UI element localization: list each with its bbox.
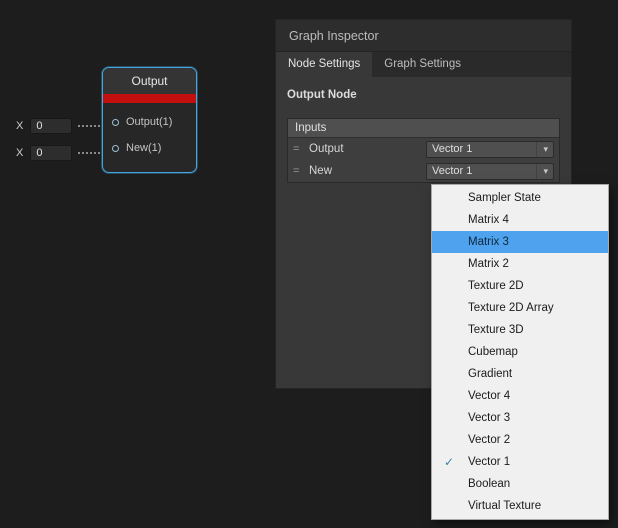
dropdown-item-label: Sampler State bbox=[468, 192, 541, 204]
node-status-bar bbox=[103, 94, 196, 103]
panel-title: Graph Inspector bbox=[276, 20, 571, 52]
chevron-down-icon: ▾ bbox=[536, 142, 548, 157]
dropdown-item[interactable]: ✓Vector 4 bbox=[432, 385, 608, 407]
dropdown-value: Vector 1 bbox=[432, 165, 472, 177]
dropdown-item[interactable]: ✓Cubemap bbox=[432, 341, 608, 363]
dropdown-item[interactable]: ✓Matrix 4 bbox=[432, 209, 608, 231]
x-value-field[interactable]: 0 bbox=[30, 145, 72, 161]
input-row-new: = New Vector 1 ▾ bbox=[288, 160, 559, 182]
drag-handle-icon[interactable]: = bbox=[293, 143, 309, 155]
x-value-field[interactable]: 0 bbox=[30, 118, 72, 134]
x-field-label: X bbox=[16, 147, 23, 159]
dropdown-item[interactable]: ✓ Vector 1 bbox=[432, 451, 608, 473]
inputs-list: Inputs = Output Vector 1 ▾ = New Vector … bbox=[287, 118, 560, 183]
port-input-row: X 0 bbox=[16, 117, 72, 135]
inputs-list-header: Inputs bbox=[288, 119, 559, 138]
port-input-row: X 0 bbox=[16, 144, 72, 162]
x-field-label: X bbox=[16, 120, 23, 132]
dropdown-item-label: Boolean bbox=[468, 478, 510, 490]
dropdown-item[interactable]: ✓Gradient bbox=[432, 363, 608, 385]
dropdown-item[interactable]: ✓Texture 3D bbox=[432, 319, 608, 341]
dropdown-item-label: Vector 2 bbox=[468, 434, 510, 446]
dropdown-value: Vector 1 bbox=[432, 143, 472, 155]
inspector-body: Output Node Inputs = Output Vector 1 ▾ =… bbox=[276, 77, 571, 183]
type-dropdown-output[interactable]: Vector 1 ▾ bbox=[426, 141, 554, 158]
node-title: Output bbox=[103, 68, 196, 94]
section-title: Output Node bbox=[287, 89, 560, 101]
port-row-new[interactable]: New(1) bbox=[103, 135, 196, 161]
input-label: New bbox=[309, 165, 332, 177]
dropdown-item-label: Gradient bbox=[468, 368, 512, 380]
port-icon[interactable] bbox=[112, 145, 119, 152]
port-icon[interactable] bbox=[112, 119, 119, 126]
dropdown-item[interactable]: ✓Virtual Texture bbox=[432, 495, 608, 517]
tab-graph-settings[interactable]: Graph Settings bbox=[372, 52, 473, 77]
node-ports: Output(1) New(1) bbox=[103, 103, 196, 161]
dropdown-item[interactable]: ✓Texture 2D Array bbox=[432, 297, 608, 319]
dropdown-item[interactable]: ✓Sampler State bbox=[432, 187, 608, 209]
port-row-output[interactable]: Output(1) bbox=[103, 109, 196, 135]
dropdown-item-label: Matrix 3 bbox=[468, 236, 509, 248]
dropdown-item-label: Texture 2D bbox=[468, 280, 524, 292]
checkmark-icon: ✓ bbox=[444, 455, 454, 469]
dropdown-item-label: Texture 3D bbox=[468, 324, 524, 336]
port-label: Output(1) bbox=[126, 116, 172, 128]
type-dropdown-menu: ✓Sampler State ✓Matrix 4 ✓Matrix 3 ✓Matr… bbox=[431, 184, 609, 520]
inspector-tabs: Node Settings Graph Settings bbox=[276, 52, 571, 77]
dropdown-item-label: Vector 1 bbox=[468, 456, 510, 468]
dropdown-item[interactable]: ✓Vector 2 bbox=[432, 429, 608, 451]
dropdown-item[interactable]: ✓Boolean bbox=[432, 473, 608, 495]
input-row-output: = Output Vector 1 ▾ bbox=[288, 138, 559, 160]
dropdown-item-label: Texture 2D Array bbox=[468, 302, 554, 314]
tab-node-settings[interactable]: Node Settings bbox=[276, 52, 372, 77]
drag-handle-icon[interactable]: = bbox=[293, 165, 309, 177]
dropdown-item-label: Matrix 2 bbox=[468, 258, 509, 270]
port-label: New(1) bbox=[126, 142, 161, 154]
shader-graph-canvas: X 0 X 0 Output Output(1) New(1) Graph In… bbox=[0, 0, 618, 528]
chevron-down-icon: ▾ bbox=[536, 164, 548, 179]
dropdown-item-label: Vector 4 bbox=[468, 390, 510, 402]
dropdown-item[interactable]: ✓Vector 3 bbox=[432, 407, 608, 429]
dropdown-item-label: Matrix 4 bbox=[468, 214, 509, 226]
dropdown-item[interactable]: ✓Texture 2D bbox=[432, 275, 608, 297]
dropdown-item-label: Cubemap bbox=[468, 346, 518, 358]
dropdown-item[interactable]: ✓Matrix 2 bbox=[432, 253, 608, 275]
output-node[interactable]: Output Output(1) New(1) bbox=[102, 67, 197, 173]
input-label: Output bbox=[309, 143, 344, 155]
dropdown-item-label: Vector 3 bbox=[468, 412, 510, 424]
type-dropdown-new[interactable]: Vector 1 ▾ bbox=[426, 163, 554, 180]
dropdown-item-label: Virtual Texture bbox=[468, 500, 541, 512]
dropdown-item[interactable]: ✓Matrix 3 bbox=[432, 231, 608, 253]
